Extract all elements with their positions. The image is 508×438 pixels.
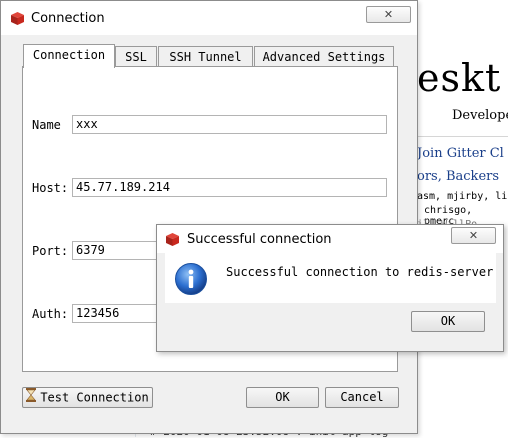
success-message-dialog: Successful connection ✕ Successful conne…	[156, 224, 504, 352]
ok-button[interactable]: OK	[246, 387, 319, 408]
gitter-link[interactable]: Join Gitter Cl	[417, 146, 504, 161]
message-ok-button[interactable]: OK	[411, 311, 485, 332]
test-connection-label: Test Connection	[40, 390, 149, 405]
contributors-line: asm, mjirby, li	[417, 191, 508, 202]
connection-dialog: Connection ✕ Connection SSL SSH Tunnel A…	[0, 0, 418, 434]
name-field[interactable]: xxx	[72, 115, 387, 134]
background-title: eskt	[417, 56, 502, 100]
message-text: Successful connection to redis-server	[226, 265, 494, 279]
cancel-button[interactable]: Cancel	[325, 387, 399, 408]
redis-logo-icon	[165, 232, 180, 247]
info-icon	[174, 262, 208, 296]
auth-label: Auth:	[32, 307, 69, 321]
tab-ssl[interactable]: SSL	[115, 46, 157, 67]
message-close-button[interactable]: ✕	[451, 227, 496, 244]
background-subtitle: Develope	[452, 108, 508, 123]
port-label: Port:	[32, 244, 69, 258]
redis-logo-icon	[10, 11, 25, 26]
tab-connection[interactable]: Connection	[23, 44, 115, 68]
backers-link[interactable]: ors, Backers	[417, 169, 499, 184]
host-field[interactable]: 45.77.189.214	[72, 178, 387, 197]
hourglass-icon	[26, 388, 37, 408]
tab-advanced-settings[interactable]: Advanced Settings	[254, 46, 394, 67]
close-button[interactable]: ✕	[366, 6, 411, 23]
message-titlebar[interactable]: Successful connection ✕	[157, 225, 503, 253]
test-connection-button[interactable]: Test Connection	[22, 387, 153, 408]
name-label: Name	[32, 118, 61, 132]
background-rule	[417, 136, 508, 137]
tab-ssh-tunnel[interactable]: SSH Tunnel	[158, 46, 253, 67]
message-title: Successful connection	[187, 232, 332, 247]
dialog-title: Connection	[31, 11, 105, 26]
dialog-titlebar[interactable]: Connection ✕	[1, 1, 417, 35]
host-label: Host:	[32, 181, 69, 195]
